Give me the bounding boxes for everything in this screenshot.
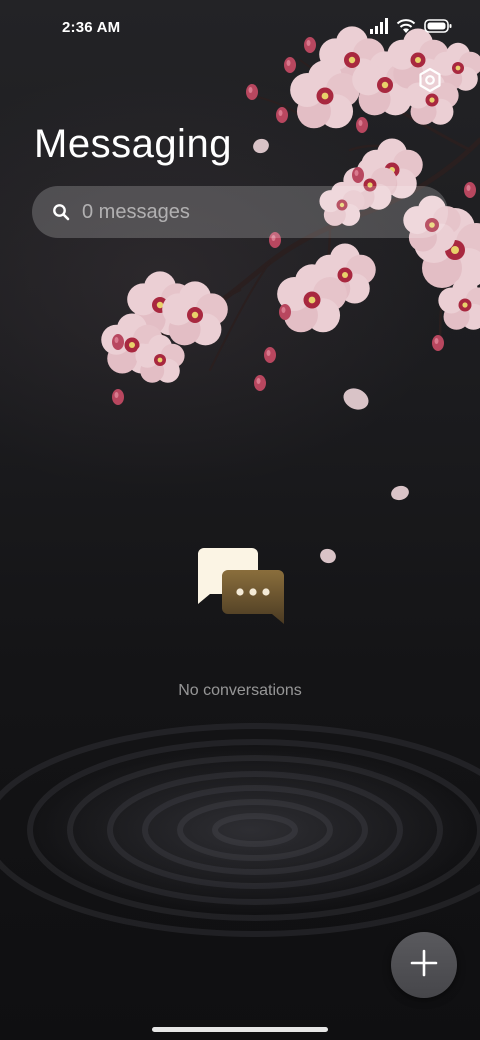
- search-input[interactable]: 0 messages: [82, 201, 190, 224]
- home-indicator[interactable]: [152, 1027, 328, 1032]
- empty-state-text: No conversations: [178, 682, 302, 699]
- battery-icon: [424, 19, 452, 38]
- wifi-icon: [396, 18, 416, 39]
- settings-button[interactable]: [414, 66, 446, 98]
- messaging-screen: 2:36 AM Messaging 0 messages No conversa…: [0, 0, 480, 1040]
- signal-icon: [370, 18, 388, 39]
- settings-icon: [417, 67, 443, 98]
- search-icon: [52, 203, 70, 221]
- conversations-icon: [194, 546, 286, 628]
- status-bar: 2:36 AM: [0, 0, 480, 56]
- status-time: 2:36 AM: [62, 19, 121, 36]
- plus-icon: [410, 949, 438, 982]
- status-icons: [370, 18, 452, 39]
- search-bar[interactable]: 0 messages: [32, 186, 448, 238]
- ripple-background: [0, 723, 480, 937]
- page-title: Messaging: [34, 122, 232, 166]
- new-conversation-button[interactable]: [391, 932, 457, 998]
